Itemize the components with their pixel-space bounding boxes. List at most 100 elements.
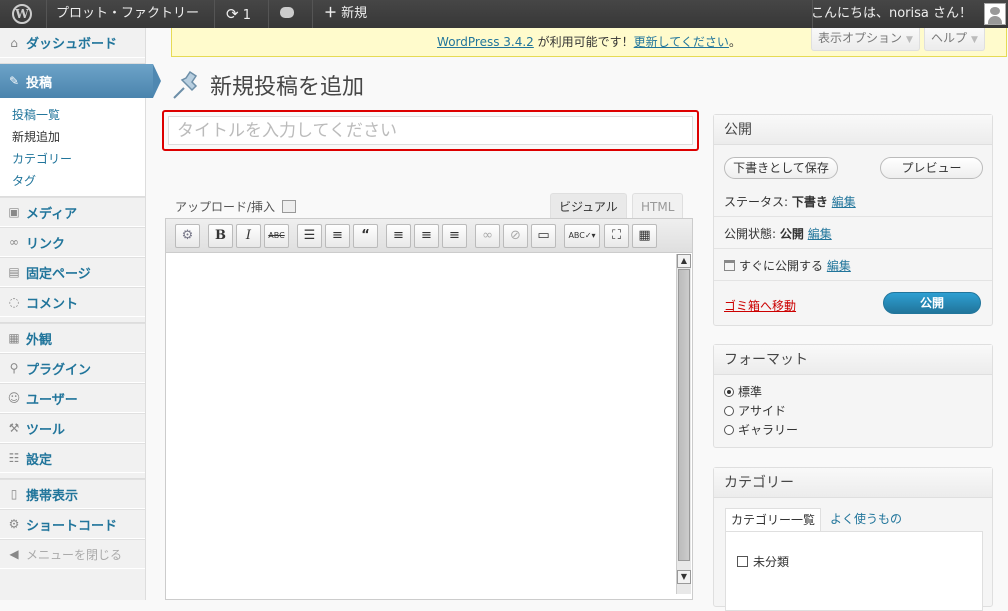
update-link[interactable]: 更新してください <box>634 35 729 49</box>
comment-bubble-icon <box>280 7 294 18</box>
editor-content-area[interactable] <box>166 253 676 593</box>
format-option-label: ギャラリー <box>738 423 799 437</box>
divider <box>46 0 47 28</box>
submenu-item-tags[interactable]: タグ <box>12 170 145 192</box>
upload-insert[interactable]: アップロード/挿入 <box>175 198 297 215</box>
preview-button[interactable]: プレビュー <box>880 157 983 179</box>
menu-label: リンク <box>26 236 66 252</box>
publish-box: 公開 下書きとして保存 プレビュー ステータス: 下書き 編集 公開状態: 公開… <box>713 114 993 326</box>
mobile-icon: ▯ <box>10 487 18 501</box>
radio-button[interactable] <box>724 406 734 416</box>
page-heading: 新規投稿を追加 <box>170 68 364 102</box>
checkbox[interactable] <box>737 556 748 567</box>
wordpress-logo-icon[interactable]: W <box>0 0 46 28</box>
numbered-list-icon[interactable]: ≡ <box>325 224 350 248</box>
menu-links[interactable]: ∞ リンク <box>0 227 145 257</box>
collapse-arrow-icon: ◀ <box>9 547 19 561</box>
help-tab[interactable]: ヘルプ ▼ <box>924 28 985 51</box>
posts-submenu: 投稿一覧 新規追加 カテゴリー タグ <box>0 98 145 197</box>
menu-dashboard[interactable]: ⌂ ダッシュボード <box>0 28 145 58</box>
align-center-icon[interactable]: ≡ <box>414 224 439 248</box>
menu-appearance[interactable]: ▦ 外観 <box>0 323 145 353</box>
format-option-standard[interactable]: 標準 <box>724 383 762 400</box>
editor-toolbar: ⚙ B I ABC ☰ ≡ “ ≡ ≡ ≡ ∞ ⊘ ▭ ABC✓▾ ⛶ ▦ <box>166 219 692 253</box>
fullscreen-icon[interactable]: ⛶ <box>604 224 629 248</box>
bold-button[interactable]: B <box>208 224 233 248</box>
editor-scrollbar[interactable]: ▲ ▼ <box>676 254 691 594</box>
tools-icon: ⚒ <box>8 421 20 435</box>
greeting[interactable]: こんにちは、norisa さん！ <box>803 0 980 28</box>
menu-tools[interactable]: ⚒ ツール <box>0 413 145 443</box>
radio-button[interactable] <box>724 387 734 397</box>
menu-label: 設定 <box>26 452 53 468</box>
tab-all-categories[interactable]: カテゴリー一覧 <box>725 508 822 532</box>
scroll-up-icon[interactable]: ▲ <box>677 254 691 268</box>
updates-link[interactable]: ⟳ 1 <box>218 0 259 28</box>
site-name-link[interactable]: プロット・ファクトリー <box>48 0 207 28</box>
version-link[interactable]: WordPress 3.4.2 <box>437 35 534 49</box>
radio-button[interactable] <box>724 425 734 435</box>
pushpin-icon <box>170 68 204 102</box>
chevron-down-icon: ▼ <box>906 35 913 45</box>
tab-visual[interactable]: ビジュアル <box>550 193 627 219</box>
align-left-icon[interactable]: ≡ <box>386 224 411 248</box>
category-label: 未分類 <box>753 555 790 569</box>
tab-html[interactable]: HTML <box>632 193 684 219</box>
menu-comments[interactable]: ◌ コメント <box>0 287 145 317</box>
edit-visibility-link[interactable]: 編集 <box>808 227 832 241</box>
strikethrough-button[interactable]: ABC <box>264 224 289 248</box>
admin-bar: W プロット・ファクトリー ⟳ 1 ＋ 新規 こんにちは、norisa さん！ <box>0 0 1008 28</box>
menu-settings[interactable]: ☷ 設定 <box>0 443 145 473</box>
divider <box>214 0 215 28</box>
more-tag-icon[interactable]: ▭ <box>531 224 556 248</box>
publish-button[interactable]: 公開 <box>883 292 981 314</box>
dashboard-icon: ⌂ <box>10 35 18 50</box>
submenu-item-add-new[interactable]: 新規追加 <box>12 126 145 148</box>
tab-most-used[interactable]: よく使うもの <box>830 508 902 532</box>
upload-label: アップロード/挿入 <box>175 200 276 214</box>
scrollbar-thumb[interactable] <box>678 269 690 561</box>
screen-options-tab[interactable]: 表示オプション ▼ <box>811 28 920 51</box>
menu-posts[interactable]: ✎ 投稿 <box>0 64 161 98</box>
divider <box>714 216 992 217</box>
calendar-icon <box>724 260 735 271</box>
format-box: フォーマット 標準 アサイド ギャラリー <box>713 344 993 448</box>
submenu-item-all-posts[interactable]: 投稿一覧 <box>12 104 145 126</box>
edit-status-link[interactable]: 編集 <box>832 195 856 209</box>
notice-text: が利用可能です！ <box>533 35 634 49</box>
link-icon[interactable]: ∞ <box>475 224 500 248</box>
category-item[interactable]: 未分類 <box>737 553 789 570</box>
menu-plugins[interactable]: ⚲ プラグイン <box>0 353 145 383</box>
help-label: ヘルプ <box>931 31 968 45</box>
status-label: ステータス: <box>724 195 789 209</box>
italic-button[interactable]: I <box>236 224 261 248</box>
toolbar-toggle-icon[interactable]: ▦ <box>632 224 657 248</box>
align-right-icon[interactable]: ≡ <box>442 224 467 248</box>
media-upload-icon[interactable] <box>282 200 297 213</box>
divider <box>714 248 992 249</box>
scroll-down-icon[interactable]: ▼ <box>677 570 691 584</box>
spellcheck-button[interactable]: ABC✓▾ <box>564 224 600 248</box>
avatar[interactable] <box>984 3 1006 25</box>
menu-shortcode[interactable]: ⚙ ショートコード <box>0 509 145 539</box>
bullet-list-icon[interactable]: ☰ <box>297 224 322 248</box>
collapse-menu[interactable]: ◀ メニューを閉じる <box>0 539 145 569</box>
new-content-link[interactable]: ＋ 新規 <box>316 0 375 28</box>
menu-media[interactable]: ▣ メディア <box>0 197 145 227</box>
menu-mobile[interactable]: ▯ 携帯表示 <box>0 479 145 509</box>
format-option-gallery[interactable]: ギャラリー <box>724 421 798 438</box>
kitchen-sink-icon[interactable]: ⚙ <box>175 224 200 248</box>
unlink-icon[interactable]: ⊘ <box>503 224 528 248</box>
comments-link[interactable] <box>272 0 308 28</box>
save-draft-button[interactable]: 下書きとして保存 <box>724 157 838 179</box>
submenu-item-categories[interactable]: カテゴリー <box>12 148 145 170</box>
format-option-label: アサイド <box>738 404 787 418</box>
edit-schedule-link[interactable]: 編集 <box>827 259 851 273</box>
format-option-aside[interactable]: アサイド <box>724 402 786 419</box>
trash-link[interactable]: ゴミ箱へ移動 <box>724 297 796 314</box>
pushpin-icon: ✎ <box>8 74 20 88</box>
menu-users[interactable]: ☺ ユーザー <box>0 383 145 413</box>
blockquote-icon[interactable]: “ <box>353 224 378 248</box>
menu-pages[interactable]: ▤ 固定ページ <box>0 257 145 287</box>
post-title-input[interactable] <box>168 116 693 145</box>
